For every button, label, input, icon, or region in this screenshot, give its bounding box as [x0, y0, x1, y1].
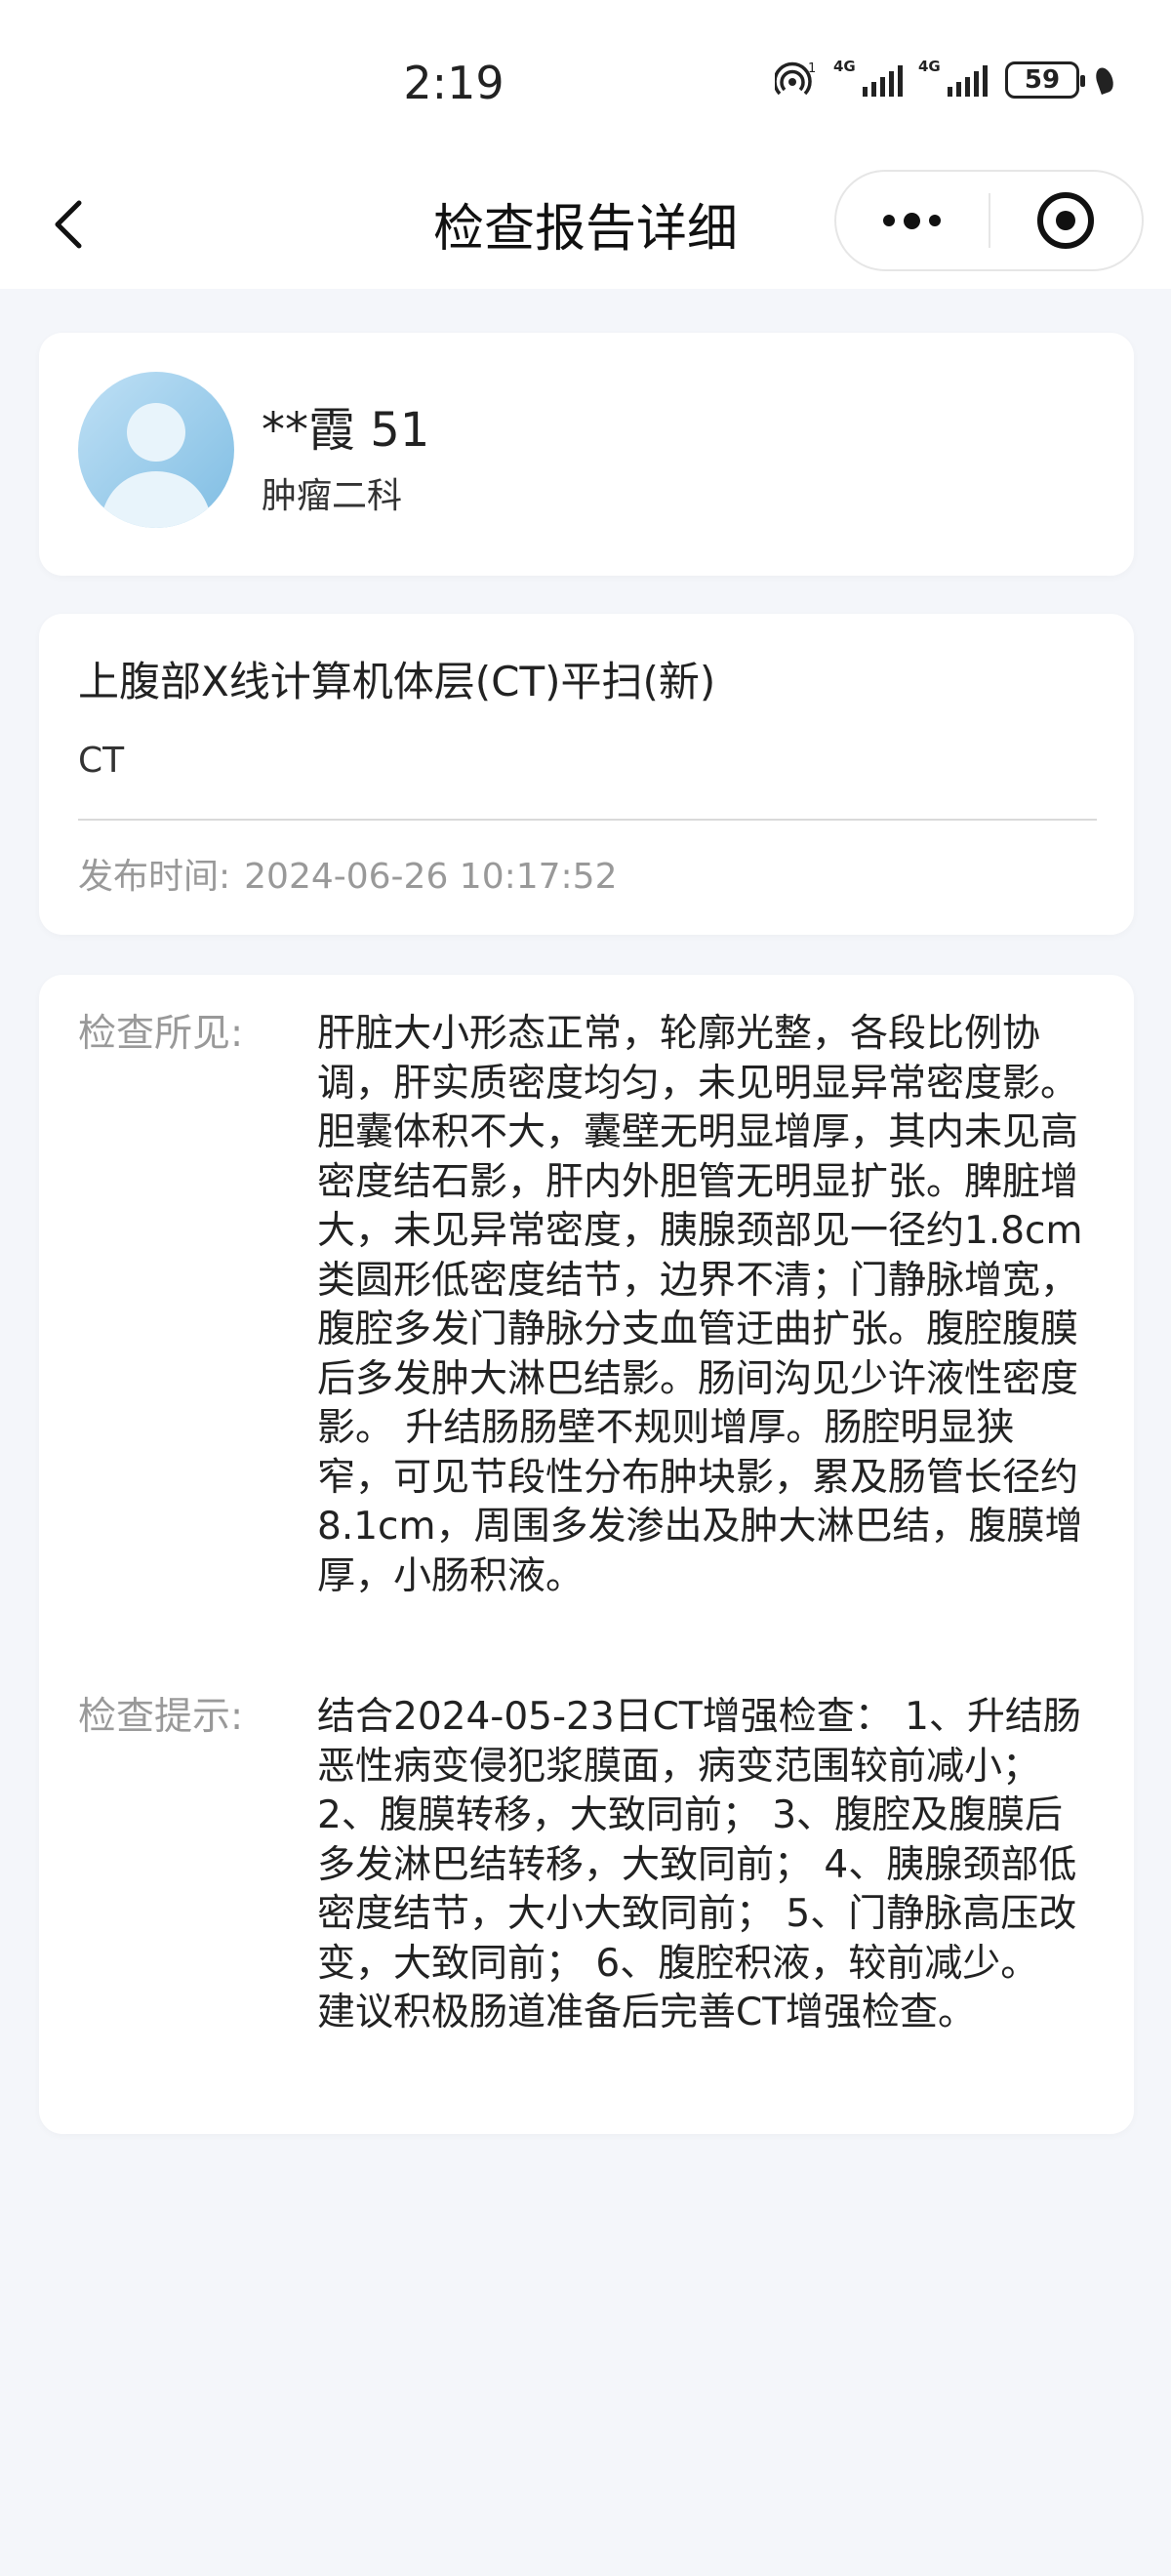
close-button[interactable]: [990, 172, 1143, 269]
findings-section: 检查所见: 肝脏大小形态正常，轮廓光整，各段比例协调，肝实质密度均匀，未见明显异…: [78, 1010, 1088, 1601]
user-silhouette-icon: [78, 372, 234, 528]
signal-icon-2: 4G: [918, 58, 988, 97]
impression-section: 检查提示: 结合2024-05-23日CT增强检查： 1、升结肠恶性病变侵犯浆膜…: [78, 1693, 1088, 2038]
battery-level: 59: [1024, 65, 1061, 95]
report-title: 上腹部X线计算机体层(CT)平扫(新): [78, 658, 716, 705]
signal-icon-1: 4G: [833, 58, 903, 97]
impression-text: 结合2024-05-23日CT增强检查： 1、升结肠恶性病变侵犯浆膜面，病变范围…: [317, 1695, 1081, 2034]
more-button[interactable]: [836, 172, 989, 269]
report-type: CT: [78, 741, 125, 781]
status-time: 2:19: [403, 57, 505, 109]
report-info-card: 上腹部X线计算机体层(CT)平扫(新) CT 发布时间: 2024-06-26 1…: [39, 614, 1134, 935]
patient-card: **霞 51 肿瘤二科: [39, 333, 1134, 576]
mini-program-capsule: [834, 170, 1144, 271]
target-circle-icon: [1037, 192, 1095, 249]
impression-label: 检查提示:: [78, 1695, 244, 1739]
findings-label: 检查所见:: [78, 1012, 244, 1056]
system-icons: 1 4G 4G 59: [773, 58, 1116, 100]
publish-time-row: 发布时间: 2024-06-26 10:17:52: [78, 848, 617, 899]
battery-icon: 59: [1005, 61, 1085, 99]
publish-time-label: 发布时间:: [78, 857, 231, 897]
publish-time-value: 2024-06-26 10:17:52: [244, 857, 618, 897]
eco-leaf-icon: [1093, 65, 1116, 95]
navigation-bar: 检查报告详细: [0, 166, 1171, 289]
patient-department: 肿瘤二科: [262, 476, 403, 516]
top-area: 2:19 1 4G 4G 59 检查报告详细: [0, 0, 1171, 289]
more-dots-icon: [883, 212, 942, 229]
patient-name: **霞 51: [262, 403, 430, 458]
report-details-card: 检查所见: 肝脏大小形态正常，轮廓光整，各段比例协调，肝实质密度均匀，未见明显异…: [39, 975, 1134, 2134]
hotspot-icon: 1: [773, 60, 818, 100]
divider: [78, 819, 1097, 821]
status-bar: 2:19 1 4G 4G 59: [0, 0, 1171, 166]
avatar: [78, 372, 234, 528]
findings-text: 肝脏大小形态正常，轮廓光整，各段比例协调，肝实质密度均匀，未见明显异常密度影。胆…: [317, 1012, 1083, 1598]
svg-text:1: 1: [808, 61, 816, 76]
